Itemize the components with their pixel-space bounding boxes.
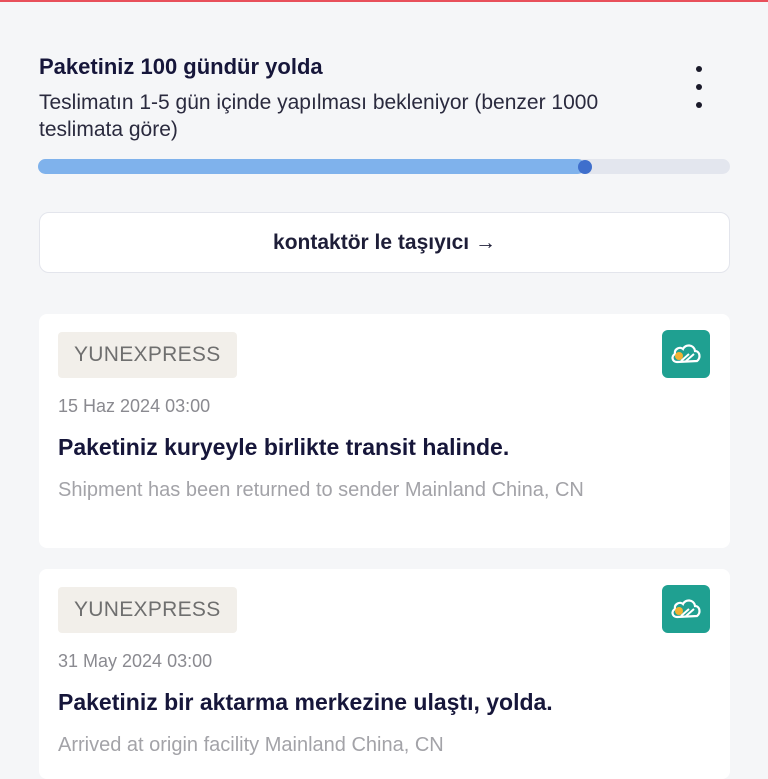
more-vertical-icon	[696, 66, 702, 72]
carrier-name: YUNEXPRESS	[74, 598, 221, 621]
event-date: 15 Haz 2024 03:00	[58, 396, 211, 416]
cloud-logo-icon	[662, 330, 710, 378]
event-detail: Arrived at origin facility Mainland Chin…	[58, 734, 444, 756]
status-subtitle: Teslimatın 1-5 gün içinde yapılması bekl…	[39, 91, 599, 141]
cloud-logo-icon	[662, 585, 710, 633]
progress-fill	[38, 159, 585, 174]
carrier-name: YUNEXPRESS	[74, 343, 221, 366]
tracking-event-card: YUNEXPRESS 15 Haz 2024 03:00 Paketiniz k…	[39, 314, 730, 548]
progress-indicator	[577, 159, 592, 174]
event-title: Paketiniz kuryeyle birlikte transit hali…	[58, 434, 510, 460]
carrier-badge: YUNEXPRESS	[58, 587, 237, 633]
event-date: 31 May 2024 03:00	[58, 651, 213, 671]
event-detail: Shipment has been returned to sender Mai…	[58, 479, 584, 501]
contact-carrier-button[interactable]: kontaktör le taşıyıcı →	[39, 212, 730, 273]
delivery-progress-bar	[38, 159, 730, 174]
status-title: Paketiniz 100 gündür yolda	[39, 54, 323, 79]
more-options-button[interactable]	[686, 64, 712, 110]
carrier-badge: YUNEXPRESS	[58, 332, 237, 378]
tracking-event-card: YUNEXPRESS 31 May 2024 03:00 Paketiniz b…	[39, 569, 730, 779]
contact-carrier-label: kontaktör le taşıyıcı →	[273, 230, 496, 254]
event-title: Paketiniz bir aktarma merkezine ulaştı, …	[58, 689, 553, 715]
